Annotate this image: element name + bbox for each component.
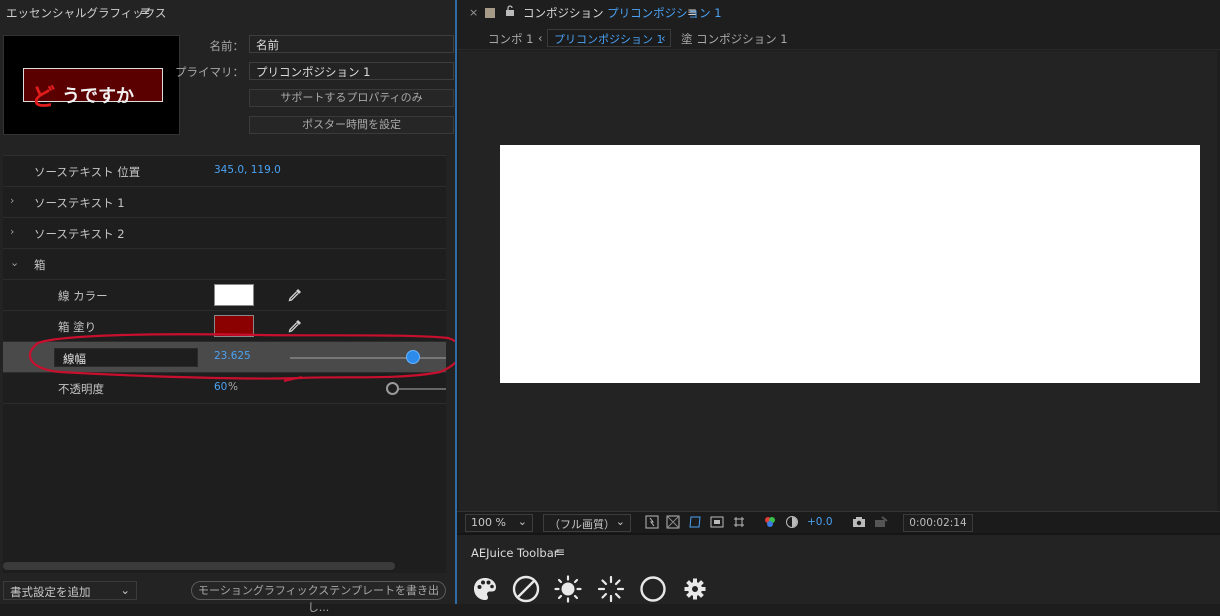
red-annotation-circle xyxy=(28,333,463,382)
resolution-select[interactable]: （フル画質） ⌄ xyxy=(543,514,631,532)
fast-preview-icon[interactable] xyxy=(645,515,659,529)
resolution-value: （フル画質） xyxy=(549,518,615,531)
composition-frame[interactable] xyxy=(500,145,1200,383)
export-template-button[interactable]: モーショングラフィックステンプレートを書き出し... xyxy=(191,581,446,614)
add-format-select[interactable]: 書式設定を追加 ⌄ xyxy=(3,581,137,600)
gear-icon[interactable] xyxy=(681,575,709,603)
composition-icon xyxy=(485,8,495,18)
aejuice-menu-icon[interactable]: ≡ xyxy=(555,545,565,559)
chevron-down-icon: ⌄ xyxy=(615,515,625,528)
tab-title-prefix: コンポジション xyxy=(523,6,604,20)
camera-snapshot-icon[interactable] xyxy=(852,515,866,529)
breadcrumb: コンポ 1 ‹ プリコンポジション 1 ‹ 塗 コンポジション 1 xyxy=(457,28,1220,50)
exposure-value[interactable]: +0.0 xyxy=(807,516,833,528)
no-sign-icon[interactable] xyxy=(512,575,540,603)
grid-guides-icon[interactable] xyxy=(732,515,746,529)
mask-visibility-icon[interactable] xyxy=(688,515,702,529)
aejuice-toolbar-panel: AEJuice Toolbar ≡ xyxy=(457,533,1220,604)
chevron-left-icon: ‹ xyxy=(661,31,666,45)
viewer-toolbar: 100 % ⌄ （フル画質） ⌄ +0.0 0:00:02:14 xyxy=(457,511,1220,533)
breadcrumb-nested[interactable]: 塗 コンポジション 1 xyxy=(681,31,788,47)
circle-icon[interactable] xyxy=(639,575,667,603)
lock-icon[interactable] xyxy=(505,5,515,17)
breadcrumb-active[interactable]: プリコンポジション 1 xyxy=(547,29,671,47)
essential-graphics-panel: エッセンシャルグラフィックス ≡ ど うですか 名前： 名前 プライマリ： プリ… xyxy=(0,0,463,614)
tab-menu-icon[interactable]: ≡ xyxy=(687,5,697,19)
close-tab-icon[interactable]: × xyxy=(469,6,478,19)
tab-title-name: プリコンポジション 1 xyxy=(607,6,722,20)
zoom-value: 100 % xyxy=(471,516,506,529)
exposure-reset-icon[interactable] xyxy=(785,515,799,529)
horizontal-scrollbar[interactable] xyxy=(3,562,395,570)
color-channels-icon[interactable] xyxy=(763,515,777,529)
current-time-display[interactable]: 0:00:02:14 xyxy=(903,514,973,532)
chevron-down-icon: ⌄ xyxy=(517,515,527,528)
breadcrumb-comp1[interactable]: コンポ 1 xyxy=(488,31,533,47)
breadcrumb-active-label: プリコンポジション 1 xyxy=(554,33,664,46)
region-of-interest-icon[interactable] xyxy=(710,515,724,529)
loading-spinner-icon[interactable] xyxy=(597,575,625,603)
zoom-select[interactable]: 100 % ⌄ xyxy=(465,514,533,532)
transparency-grid-icon[interactable] xyxy=(666,515,680,529)
sun-icon[interactable] xyxy=(554,575,582,603)
composition-panel: × コンポジション プリコンポジション 1 ≡ コンポ 1 ‹ プリコンポジショ… xyxy=(457,0,1220,604)
palette-icon[interactable] xyxy=(471,575,499,603)
chevron-left-icon: ‹ xyxy=(538,31,543,45)
chevron-down-icon: ⌄ xyxy=(120,583,130,597)
aejuice-title: AEJuice Toolbar xyxy=(471,546,559,560)
show-snapshot-icon[interactable] xyxy=(874,515,888,529)
add-format-label: 書式設定を追加 xyxy=(10,585,91,599)
